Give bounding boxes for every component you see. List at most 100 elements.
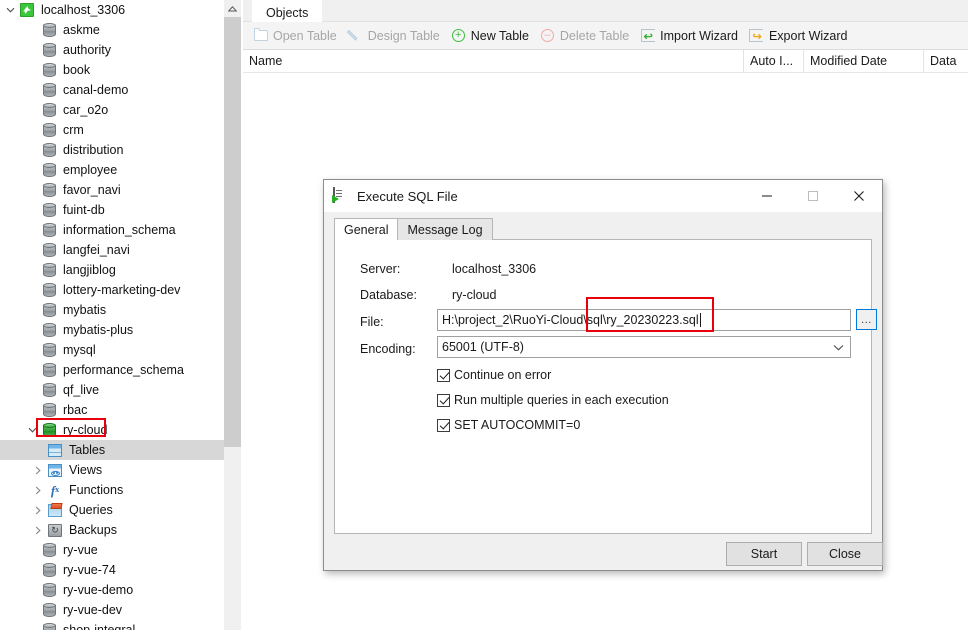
tree-item-ry-vue-74[interactable]: ry-vue-74: [0, 560, 224, 580]
tree-item-views[interactable]: Views: [0, 460, 224, 480]
column-header-data[interactable]: Data: [923, 50, 968, 72]
tree-item-icon: [40, 181, 58, 199]
toolbar-import-wizard-button[interactable]: ↩ Import Wizard: [636, 24, 745, 47]
tree-item-ry-vue[interactable]: ry-vue: [0, 540, 224, 560]
application-window: localhost_3306 askme authority book canal-de…: [0, 0, 968, 630]
tree-item-icon: [40, 361, 58, 379]
twisty-collapsed-icon[interactable]: [30, 500, 46, 520]
tree-item-backups[interactable]: ↻ Backups: [0, 520, 224, 540]
tree-item-information-schema[interactable]: information_schema: [0, 220, 224, 240]
tree-item-mybatis[interactable]: mybatis: [0, 300, 224, 320]
tree-item-askme[interactable]: askme: [0, 20, 224, 40]
tree-item-icon: [46, 501, 64, 519]
scroll-up-arrow-icon[interactable]: [224, 0, 241, 17]
tree-item-localhost-3306[interactable]: localhost_3306: [0, 0, 224, 20]
tree-item-icon: [40, 301, 58, 319]
tree-item-qf-live[interactable]: qf_live: [0, 380, 224, 400]
tree-item-label: favor_navi: [63, 183, 121, 197]
tree-item-icon: [40, 141, 58, 159]
start-button[interactable]: Start: [726, 542, 802, 566]
toolbar-icon: –: [540, 28, 555, 43]
maximize-button[interactable]: [790, 180, 836, 212]
twisty-collapsed-icon[interactable]: [30, 480, 46, 500]
tree-item-authority[interactable]: authority: [0, 40, 224, 60]
checkbox-continue-on-error[interactable]: Continue on error: [437, 368, 551, 382]
tree-item-ry-vue-demo[interactable]: ry-vue-demo: [0, 580, 224, 600]
tree-item-crm[interactable]: crm: [0, 120, 224, 140]
tree-item-car-o2o[interactable]: car_o2o: [0, 100, 224, 120]
tree-item-fuint-db[interactable]: fuint-db: [0, 200, 224, 220]
checkbox-box[interactable]: [437, 393, 450, 407]
tree-item-ry-cloud[interactable]: ry-cloud: [0, 420, 224, 440]
database-icon: [42, 303, 56, 317]
tree-item-icon: [40, 81, 58, 99]
tree-item-mybatis-plus[interactable]: mybatis-plus: [0, 320, 224, 340]
tree-item-label: Backups: [69, 523, 117, 537]
dialog-title-bar[interactable]: Execute SQL File: [324, 180, 882, 212]
tree-item-favor-navi[interactable]: favor_navi: [0, 180, 224, 200]
twisty-expanded-icon[interactable]: [2, 0, 18, 20]
close-dialog-button[interactable]: Close: [807, 542, 883, 566]
tab-objects[interactable]: Objects: [252, 0, 323, 23]
column-header-auto-i-[interactable]: Auto I...: [743, 50, 803, 72]
twisty-expanded-icon[interactable]: [24, 420, 40, 440]
tree-item-distribution[interactable]: distribution: [0, 140, 224, 160]
sidebar-vertical-scrollbar[interactable]: [224, 0, 241, 630]
tree-item-queries[interactable]: Queries: [0, 500, 224, 520]
tree-item-ry-vue-dev[interactable]: ry-vue-dev: [0, 600, 224, 620]
twisty-collapsed-icon[interactable]: [30, 460, 46, 480]
queries-icon: [48, 503, 62, 517]
tree-item-functions[interactable]: f x Functions: [0, 480, 224, 500]
file-path-input[interactable]: H:\project_2\RuoYi-Cloud\sql\ry_20230223…: [437, 309, 851, 331]
tree-item-label: fuint-db: [63, 203, 105, 217]
checkbox-run-multiple-queries-in-each-execution[interactable]: Run multiple queries in each execution: [437, 393, 669, 407]
dialog-tab-label: General: [344, 222, 389, 237]
encoding-select[interactable]: 65001 (UTF-8): [437, 336, 851, 358]
database-icon: [42, 43, 56, 57]
twisty-collapsed-icon[interactable]: [30, 520, 46, 540]
connection-tree[interactable]: localhost_3306 askme authority book canal-de…: [0, 0, 224, 630]
checkbox-set-autocommit-0[interactable]: SET AUTOCOMMIT=0: [437, 418, 580, 432]
browse-file-button[interactable]: ...: [856, 309, 877, 330]
checkbox-box[interactable]: [437, 368, 450, 382]
dialog-tab-general[interactable]: General: [334, 218, 399, 240]
tree-item-canal-demo[interactable]: canal-demo: [0, 80, 224, 100]
tree-item-label: crm: [63, 123, 84, 137]
tree-item-mysql[interactable]: mysql: [0, 340, 224, 360]
database-icon: [42, 403, 56, 417]
toolbar-new-table-button[interactable]: + New Table: [447, 24, 536, 47]
tree-item-tables[interactable]: Tables: [0, 440, 224, 460]
tree-item-label: ry-vue-dev: [63, 603, 123, 617]
tree-item-lottery-marketing-dev[interactable]: lottery-marketing-dev: [0, 280, 224, 300]
tree-item-employee[interactable]: employee: [0, 160, 224, 180]
object-tree-sidebar[interactable]: localhost_3306 askme authority book canal-de…: [0, 0, 224, 630]
server-value: localhost_3306: [452, 262, 537, 276]
database-icon: [42, 583, 56, 597]
tree-item-langjiblog[interactable]: langjiblog: [0, 260, 224, 280]
column-header-modified-date[interactable]: Modified Date: [803, 50, 923, 72]
column-header-name[interactable]: Name: [243, 50, 743, 72]
tree-item-label: book: [63, 63, 91, 77]
scrollbar-thumb[interactable]: [224, 17, 241, 447]
close-button[interactable]: [836, 180, 882, 212]
tree-item-langfei-navi[interactable]: langfei_navi: [0, 240, 224, 260]
tree-item-book[interactable]: book: [0, 60, 224, 80]
dialog-tab-message-log[interactable]: Message Log: [397, 218, 493, 240]
database-icon: [42, 83, 56, 97]
minimize-button[interactable]: [744, 180, 790, 212]
tree-item-icon: [40, 381, 58, 399]
tree-item-label: information_schema: [63, 223, 176, 237]
tree-item-icon: [40, 601, 58, 619]
checkbox-box[interactable]: [437, 418, 450, 432]
tree-item-rbac[interactable]: rbac: [0, 400, 224, 420]
toolbar-export-wizard-button[interactable]: ↪ Export Wizard: [745, 24, 855, 47]
tree-item-performance-schema[interactable]: performance_schema: [0, 360, 224, 380]
tree-item-shop-integral[interactable]: shop-integral: [0, 620, 224, 630]
